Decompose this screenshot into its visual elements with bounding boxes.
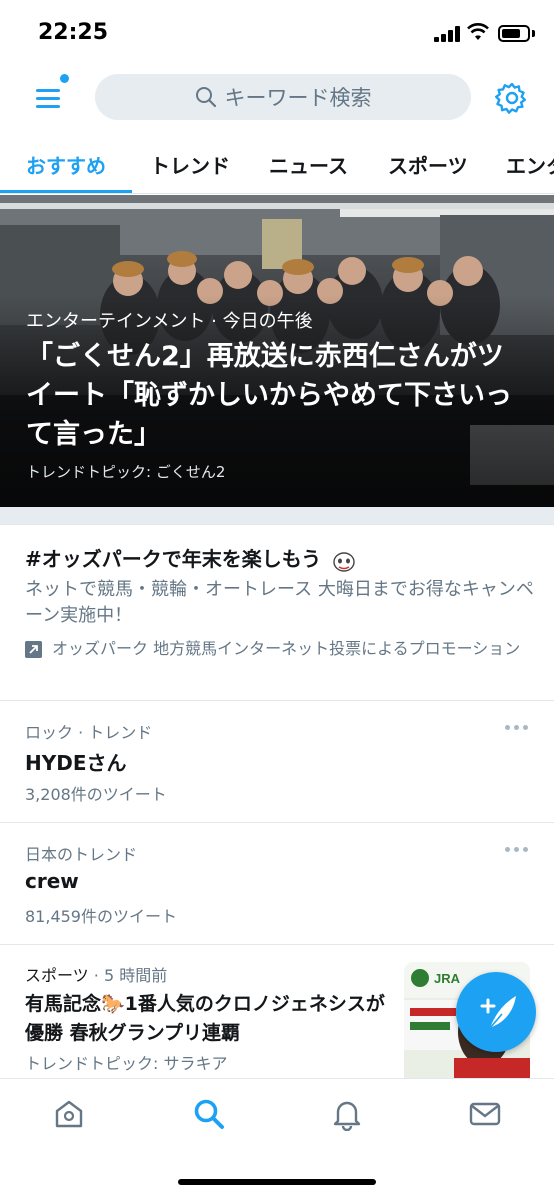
tab-recommended[interactable]: おすすめ xyxy=(26,150,106,179)
story-category: スポーツ xyxy=(25,966,89,985)
tab-news[interactable]: ニュース xyxy=(269,150,348,179)
battery-icon xyxy=(498,25,530,42)
home-indicator xyxy=(178,1179,376,1185)
wifi-icon xyxy=(467,23,489,40)
hero-meta: エンターテインメント · 今日の午後 xyxy=(26,311,313,332)
status-bar: 22:25 xyxy=(0,0,554,64)
tab-trends[interactable]: トレンド xyxy=(150,150,230,179)
search-placeholder: キーワード検索 xyxy=(224,86,372,110)
compose-tweet-button[interactable] xyxy=(456,972,536,1052)
more-options-icon[interactable] xyxy=(504,719,530,735)
trend-name: HYDEさん xyxy=(25,751,127,775)
trend-name: crew xyxy=(25,869,79,893)
promo-mascot-icon xyxy=(333,551,355,572)
battery-nub xyxy=(532,30,535,37)
promoted-by: オッズパーク 地方競馬インターネット投票によるプロモーション xyxy=(52,639,521,658)
promoted-trend[interactable]: #オッズパークで年末を楽しもう ネットで競馬・競輪・オートレース 大晦日までお得… xyxy=(0,525,554,701)
trend-category: ロック · トレンド xyxy=(25,723,153,742)
bottom-navigation xyxy=(0,1078,554,1200)
promo-title-text: #オッズパークで年末を楽しもう xyxy=(25,547,322,571)
hero-story-card[interactable]: エンターテインメント · 今日の午後 「ごくせん2」再放送に赤西仁さんがツイート… xyxy=(0,195,554,507)
story-meta: スポーツ · 5 時間前 xyxy=(25,962,167,986)
status-time: 22:25 xyxy=(38,20,109,45)
top-bar: キーワード検索 xyxy=(0,64,554,130)
compose-tweet-icon xyxy=(480,996,516,1029)
hero-topic: トレンドトピック: ごくせん2 xyxy=(26,463,226,481)
section-divider xyxy=(0,507,554,525)
hero-title: 「ごくせん2」再放送に赤西仁さんがツイート「恥ずかしいからやめて下さいって言った… xyxy=(26,341,512,450)
story-title: 有馬記念🐎1番人気のクロノジェネシスが優勝 春秋グランプリ連覇 xyxy=(25,993,385,1044)
story-topic: トレンドトピック: サラキア xyxy=(25,1054,228,1073)
hamburger-menu-icon[interactable] xyxy=(30,80,70,120)
promo-title: #オッズパークで年末を楽しもう xyxy=(25,543,356,572)
more-options-icon[interactable] xyxy=(504,841,530,857)
trend-item[interactable]: ロック · トレンド HYDEさん 3,208件のツイート xyxy=(0,701,554,823)
promo-description: ネットで競馬・競輪・オートレース 大晦日までお得なキャンペーン実施中！ xyxy=(25,579,534,626)
tab-entertainment[interactable]: エンタ xyxy=(506,150,554,179)
tab-sports[interactable]: スポーツ xyxy=(388,150,468,179)
notifications-bell-icon[interactable] xyxy=(330,1097,364,1131)
promoted-arrow-icon xyxy=(25,641,42,658)
cellular-signal-icon xyxy=(434,26,460,42)
notification-dot xyxy=(60,74,69,83)
explore-tabs: おすすめ トレンド ニュース スポーツ エンタ xyxy=(0,130,554,194)
search-input[interactable]: キーワード検索 xyxy=(95,74,471,120)
search-icon[interactable] xyxy=(192,1097,226,1131)
gear-icon[interactable] xyxy=(494,80,530,116)
active-tab-indicator xyxy=(0,190,132,193)
trend-category: 日本のトレンド xyxy=(25,845,138,864)
messages-envelope-icon[interactable] xyxy=(468,1097,502,1131)
trend-tweet-count: 3,208件のツイート xyxy=(25,785,167,804)
search-icon xyxy=(195,87,216,108)
story-time: · 5 時間前 xyxy=(88,966,168,985)
trend-item[interactable]: 日本のトレンド crew 81,459件のツイート xyxy=(0,823,554,945)
trend-tweet-count: 81,459件のツイート xyxy=(25,907,177,926)
home-icon[interactable] xyxy=(52,1097,86,1131)
